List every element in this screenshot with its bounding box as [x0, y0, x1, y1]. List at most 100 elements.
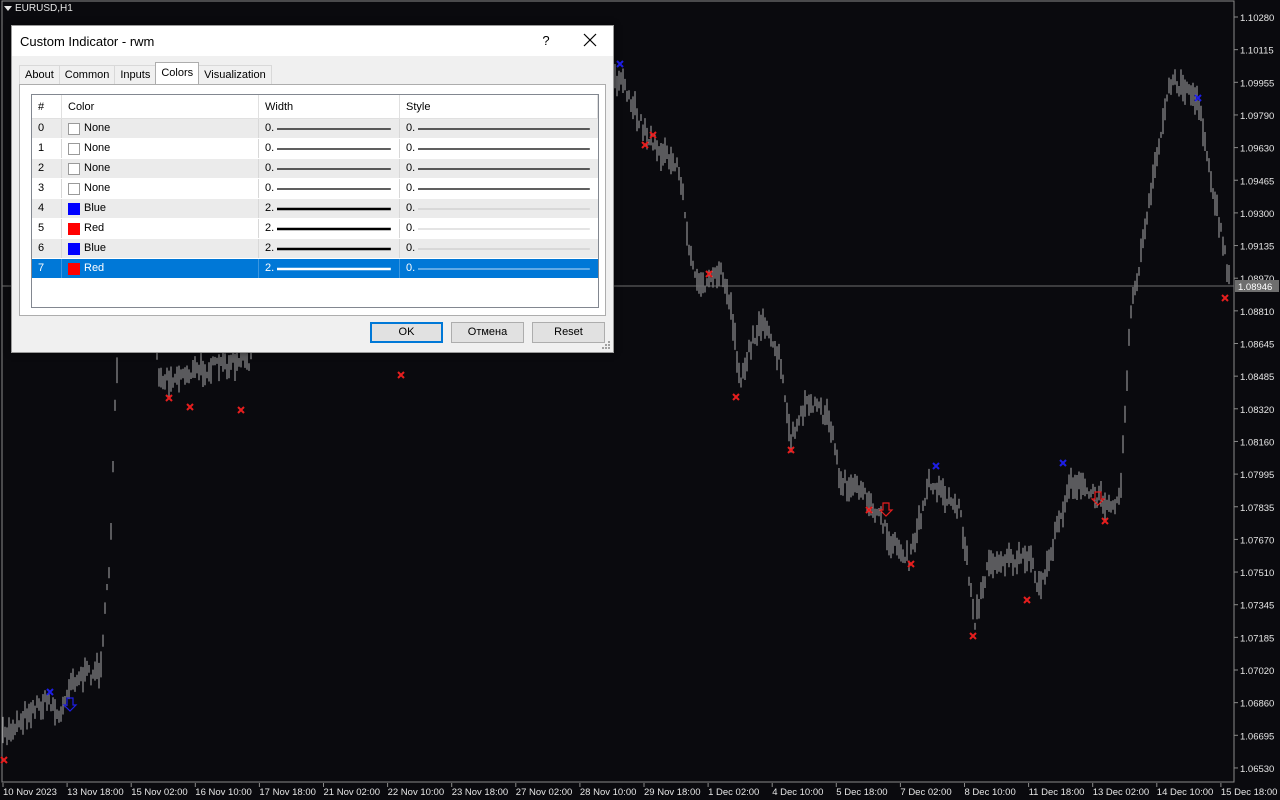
width-value: 0. — [265, 142, 275, 154]
color-cell[interactable]: Blue — [62, 199, 259, 218]
grid-header: # Color Width Style — [32, 95, 598, 119]
style-value: 0. — [406, 182, 416, 194]
resize-grip-icon[interactable] — [601, 340, 611, 350]
width-line-preview — [277, 166, 391, 172]
cancel-button[interactable]: Отмена — [451, 322, 524, 343]
tab-common[interactable]: Common — [58, 65, 116, 84]
symbol-label[interactable]: EURUSD,H1 — [4, 3, 73, 14]
dropdown-triangle-icon[interactable] — [4, 6, 12, 11]
tab-inputs[interactable]: Inputs — [114, 65, 157, 84]
style-cell[interactable]: 0. — [400, 159, 598, 178]
style-line-preview — [418, 166, 590, 172]
table-row[interactable]: 2 None 0. 0. — [32, 159, 598, 179]
buy-arrow-icon — [62, 697, 78, 712]
style-cell[interactable]: 0. — [400, 239, 598, 258]
color-cell[interactable]: None — [62, 139, 259, 158]
sell-signal-marker — [969, 632, 977, 640]
header-width[interactable]: Width — [259, 95, 400, 118]
tab-visualization[interactable]: Visualization — [198, 65, 272, 84]
price-tick-label: 1.07345 — [1240, 601, 1274, 612]
width-cell[interactable]: 2. — [259, 259, 400, 278]
row-index: 6 — [32, 239, 62, 258]
header-style[interactable]: Style — [400, 95, 598, 118]
reset-button[interactable]: Reset — [532, 322, 605, 343]
price-tick-label: 1.09465 — [1240, 176, 1274, 187]
price-tick-label: 1.07995 — [1240, 470, 1274, 481]
price-tick-label: 1.07185 — [1240, 633, 1274, 644]
header-color[interactable]: Color — [62, 95, 259, 118]
width-cell[interactable]: 0. — [259, 179, 400, 198]
table-row[interactable]: 0 None 0. 0. — [32, 119, 598, 139]
width-line-preview — [277, 266, 391, 272]
table-row[interactable]: 4 Blue 2. 0. — [32, 199, 598, 219]
table-row[interactable]: 7 Red 2. 0. — [32, 259, 598, 279]
style-cell[interactable]: 0. — [400, 139, 598, 158]
tab-colors[interactable]: Colors — [155, 62, 200, 84]
color-name: Red — [84, 262, 105, 274]
style-value: 0. — [406, 162, 416, 174]
time-tick-label: 23 Nov 18:00 — [452, 787, 509, 798]
close-icon[interactable] — [581, 31, 599, 49]
color-cell[interactable]: Red — [62, 219, 259, 238]
color-cell[interactable]: None — [62, 159, 259, 178]
color-swatch — [68, 162, 80, 175]
price-tick-label: 1.07510 — [1240, 568, 1274, 579]
width-cell[interactable]: 2. — [259, 219, 400, 238]
color-swatch — [68, 202, 80, 215]
width-cell[interactable]: 0. — [259, 159, 400, 178]
sell-signal-marker — [186, 403, 194, 411]
table-row[interactable]: 1 None 0. 0. — [32, 139, 598, 159]
color-cell[interactable]: Red — [62, 259, 259, 278]
dialog-buttons: OK Отмена Reset — [370, 322, 605, 343]
color-cell[interactable]: None — [62, 119, 259, 138]
width-cell[interactable]: 2. — [259, 239, 400, 258]
dialog-titlebar[interactable]: Custom Indicator - rwm ? — [12, 26, 613, 56]
sell-signal-marker — [397, 371, 405, 379]
sell-signal-marker — [732, 393, 740, 401]
price-tick-label: 1.08160 — [1240, 437, 1274, 448]
price-tick-label: 1.09955 — [1240, 78, 1274, 89]
width-cell[interactable]: 0. — [259, 119, 400, 138]
width-value: 2. — [265, 202, 275, 214]
row-index: 2 — [32, 159, 62, 178]
width-line-preview — [277, 126, 391, 132]
color-cell[interactable]: Blue — [62, 239, 259, 258]
style-cell[interactable]: 0. — [400, 119, 598, 138]
time-tick-label: 29 Nov 18:00 — [644, 787, 701, 798]
dialog-tabs: About Common Inputs Colors Visualization — [19, 62, 272, 84]
time-tick-label: 16 Nov 10:00 — [195, 787, 252, 798]
time-tick-label: 11 Dec 18:00 — [1029, 787, 1085, 798]
time-tick-label: 17 Nov 18:00 — [259, 787, 316, 798]
price-tick-label: 1.06530 — [1240, 764, 1274, 775]
help-button[interactable]: ? — [539, 33, 553, 48]
color-name: Red — [84, 222, 105, 234]
tab-about[interactable]: About — [19, 65, 60, 84]
width-cell[interactable]: 0. — [259, 139, 400, 158]
table-row[interactable]: 3 None 0. 0. — [32, 179, 598, 199]
width-cell[interactable]: 2. — [259, 199, 400, 218]
row-index: 0 — [32, 119, 62, 138]
color-cell[interactable]: None — [62, 179, 259, 198]
time-tick-label: 13 Nov 18:00 — [67, 787, 124, 798]
style-line-preview — [418, 206, 590, 212]
price-tick-label: 1.10280 — [1240, 13, 1274, 24]
ok-button[interactable]: OK — [370, 322, 443, 343]
sell-signal-marker — [237, 406, 245, 414]
table-row[interactable]: 5 Red 2. 0. — [32, 219, 598, 239]
time-tick-label: 8 Dec 10:00 — [965, 787, 1016, 798]
color-name: None — [84, 142, 111, 154]
style-cell[interactable]: 0. — [400, 219, 598, 238]
style-cell[interactable]: 0. — [400, 199, 598, 218]
style-cell[interactable]: 0. — [400, 259, 598, 278]
style-line-preview — [418, 186, 590, 192]
price-tick-label: 1.09630 — [1240, 144, 1274, 155]
header-index[interactable]: # — [32, 95, 62, 118]
table-row[interactable]: 6 Blue 2. 0. — [32, 239, 598, 259]
style-cell[interactable]: 0. — [400, 179, 598, 198]
width-value: 0. — [265, 122, 275, 134]
width-line-preview — [277, 206, 391, 212]
buy-signal-marker — [616, 60, 624, 68]
color-name: Blue — [84, 202, 107, 214]
time-tick-label: 21 Nov 02:00 — [324, 787, 381, 798]
style-value: 0. — [406, 262, 416, 274]
